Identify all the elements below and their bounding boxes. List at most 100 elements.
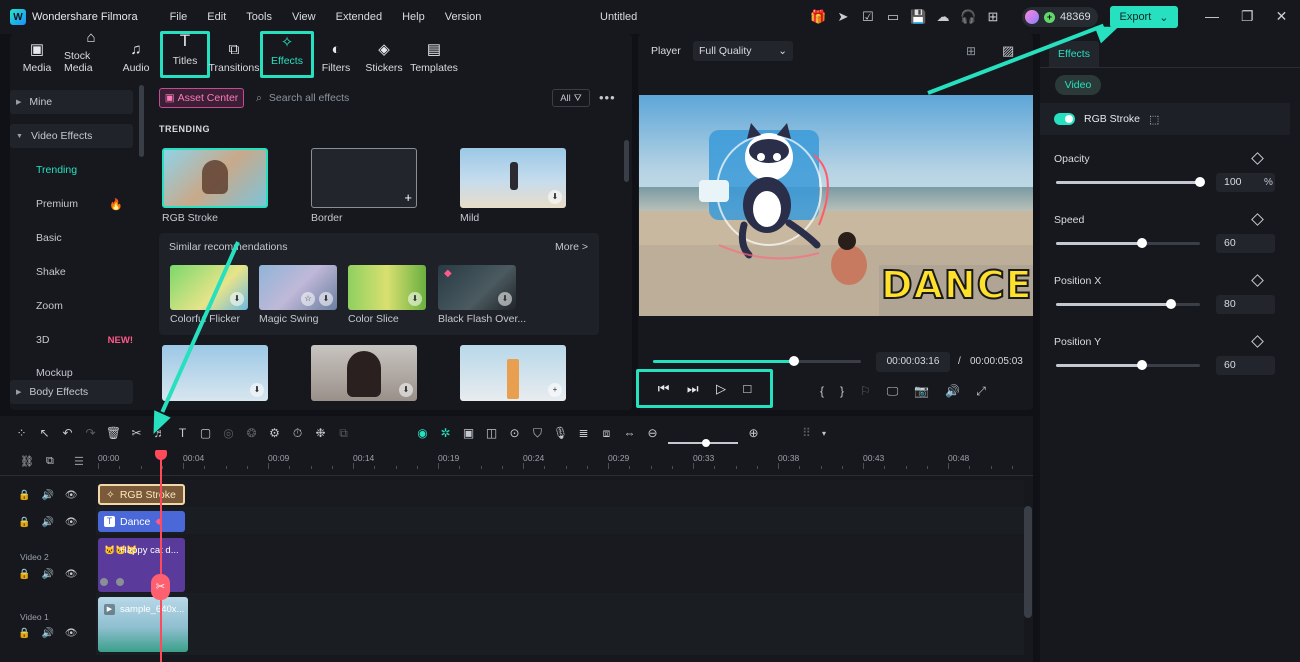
effect-thumb-border[interactable]: +	[311, 148, 417, 208]
track-settings-icon[interactable]: ☰	[74, 455, 84, 468]
param-value-input[interactable]: 60	[1216, 234, 1275, 253]
replace-icon[interactable]: ⧈	[595, 426, 618, 441]
menu-extended[interactable]: Extended	[326, 11, 392, 23]
close-icon[interactable]: ✕	[1276, 8, 1288, 25]
download-icon[interactable]: ⬇	[498, 292, 512, 306]
param-slider-handle[interactable]	[1166, 299, 1176, 309]
sidebar-item-premium[interactable]: Premium 🔥	[10, 192, 133, 216]
sidebar-item-video-effects[interactable]: ▼ Video Effects	[10, 124, 133, 148]
clip-dance[interactable]: T Dance ◆	[98, 511, 185, 532]
param-slider-handle[interactable]	[1195, 177, 1205, 187]
effect-thumb[interactable]: +	[460, 345, 566, 401]
minimize-icon[interactable]: —	[1205, 8, 1219, 25]
param-value-input[interactable]: 60	[1216, 356, 1275, 375]
credits-badge[interactable]: + 48369	[1022, 7, 1098, 27]
delete-icon[interactable]: 🗑	[102, 426, 125, 440]
param-slider-handle[interactable]	[1137, 360, 1147, 370]
track-lane[interactable]	[96, 534, 1024, 593]
sidebar-scrollbar[interactable]	[139, 85, 144, 157]
volume-icon[interactable]: 🔊	[945, 384, 960, 399]
ai-copilot-icon[interactable]: ◉	[411, 426, 434, 440]
timer-icon[interactable]: ⏱	[286, 426, 309, 441]
subtitles-icon[interactable]: ≣	[572, 426, 595, 440]
color-icon[interactable]: ❂	[240, 426, 263, 440]
auto-beat-icon[interactable]: ✲	[434, 426, 457, 440]
download-icon[interactable]: ⬇	[548, 190, 562, 204]
redo-icon[interactable]: ↷	[79, 426, 102, 440]
filter-all-button[interactable]: All ⛛	[552, 89, 590, 107]
eye-icon[interactable]: 👁	[65, 490, 78, 501]
effect-thumb-mild[interactable]: ⬇	[460, 148, 566, 208]
grid-view-icon[interactable]: ⊞	[966, 44, 976, 58]
play-icon[interactable]: ▷	[716, 381, 726, 397]
undo-icon[interactable]: ↶	[56, 426, 79, 440]
tab-media[interactable]: ▣ Media	[10, 34, 64, 82]
eye-icon[interactable]: 👁	[65, 628, 78, 639]
more-link[interactable]: More >	[555, 241, 588, 253]
split-scissor-icon[interactable]: ✂	[151, 574, 170, 600]
volume-icon[interactable]: 🔊	[41, 517, 53, 528]
split-icon[interactable]: ✂	[125, 426, 148, 440]
tab-audio[interactable]: ♫ Audio	[118, 34, 154, 82]
download-icon[interactable]: ⬇	[250, 383, 264, 397]
timeline-grid-icon[interactable]: ⠿	[795, 426, 818, 440]
clip-happy-cat[interactable]: 🐱🐱🐱 Happy cat d...	[98, 538, 185, 592]
display-icon[interactable]: 🖵	[887, 384, 899, 399]
track-lane[interactable]	[96, 507, 1024, 534]
preview-canvas[interactable]: DANCE	[639, 95, 1033, 316]
sidebar-item-body-effects[interactable]: ▶ Body Effects	[10, 380, 133, 404]
effects-search[interactable]: ⌕ Search all effects	[256, 88, 546, 108]
video-pill[interactable]: Video	[1055, 75, 1101, 95]
menu-tools[interactable]: Tools	[236, 11, 282, 23]
tab-templates[interactable]: ▤ Templates	[410, 34, 458, 82]
param-value-input[interactable]: 80	[1216, 295, 1275, 314]
snapshot-icon[interactable]: ◫	[480, 426, 503, 440]
ai-icon[interactable]: ❉	[309, 426, 332, 440]
keyframe-dot[interactable]	[100, 578, 108, 586]
headset-icon[interactable]: 🎧	[960, 9, 976, 25]
quality-select[interactable]: Full Quality ⌄	[693, 41, 793, 61]
download-icon[interactable]: ⬇	[319, 292, 333, 306]
lock-icon[interactable]: 🔒	[18, 490, 30, 501]
lock-icon[interactable]: 🔒	[18, 569, 30, 580]
param-slider-handle[interactable]	[1137, 238, 1147, 248]
menu-version[interactable]: Version	[435, 11, 492, 23]
gift-icon[interactable]: 🎁	[810, 9, 826, 25]
zoom-out-icon[interactable]: ⊖	[641, 426, 664, 440]
current-timecode[interactable]: 00:00:03:16	[876, 352, 950, 372]
more-options-icon[interactable]: •••	[599, 90, 616, 105]
download-icon[interactable]: ⬇	[399, 383, 413, 397]
tab-transitions[interactable]: ⧉ Transitions	[209, 34, 260, 82]
playhead[interactable]	[160, 455, 162, 662]
grid-apps-icon[interactable]: ⊞	[985, 9, 1001, 25]
eye-icon[interactable]: 👁	[65, 569, 78, 580]
favorite-icon[interactable]: ☆	[301, 292, 315, 306]
media-share-icon[interactable]: ▭	[885, 9, 901, 25]
marker-icon[interactable]: ⚐	[860, 384, 871, 399]
play-range-icon[interactable]: ⊙	[503, 426, 526, 440]
download-icon[interactable]: ⬇	[230, 292, 244, 306]
speed-icon[interactable]: ⚙	[263, 426, 286, 440]
export-button[interactable]: Export ⌄	[1110, 6, 1178, 28]
maximize-icon[interactable]: ❐	[1241, 8, 1254, 25]
tab-stock-media[interactable]: ⌂ Stock Media	[64, 29, 118, 82]
save-icon[interactable]: 💾	[910, 9, 926, 25]
select-tool-icon[interactable]: ↖	[33, 426, 56, 440]
link-icon[interactable]: ⛓	[20, 455, 34, 468]
keyframe-dot[interactable]	[116, 578, 124, 586]
effect-toggle[interactable]	[1054, 113, 1075, 125]
stop-icon[interactable]: □	[743, 381, 751, 396]
group-icon[interactable]: ⧉	[46, 455, 54, 468]
fullscreen-icon[interactable]: ⤢	[976, 384, 986, 399]
tab-filters[interactable]: ◐ Filters	[314, 34, 358, 82]
layout-icon[interactable]: ⁘	[10, 426, 33, 440]
fit-icon[interactable]: ⇔	[618, 426, 641, 440]
lock-icon[interactable]: 🔒	[18, 517, 30, 528]
clip-rgb-stroke[interactable]: ✧ RGB Stroke	[98, 484, 185, 505]
mark-in-icon[interactable]: {	[820, 384, 824, 399]
shield-icon[interactable]: ⛉	[526, 426, 549, 441]
seek-handle[interactable]	[789, 356, 799, 366]
timeline-scrollbar[interactable]	[1024, 506, 1032, 618]
next-frame-icon[interactable]: ⏭	[687, 381, 699, 397]
sidebar-item-zoom[interactable]: Zoom	[10, 294, 133, 318]
